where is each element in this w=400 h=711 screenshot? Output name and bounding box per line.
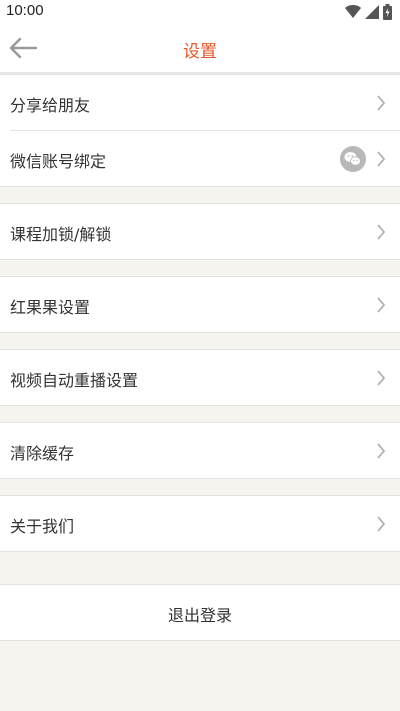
system-icons	[345, 3, 392, 21]
redfruit-settings-label: 红果果设置	[10, 298, 91, 317]
about-group: 关于我们	[0, 495, 400, 552]
wechat-bind-item[interactable]: 微信账号绑定	[10, 130, 400, 186]
wechat-bind-label: 微信账号绑定	[10, 152, 107, 171]
video-replay-group: 视频自动重播设置	[0, 349, 400, 406]
wifi-icon	[345, 5, 361, 18]
status-bar: 10:00	[0, 0, 400, 24]
redfruit-settings-item[interactable]: 红果果设置	[0, 277, 400, 332]
signal-icon	[365, 5, 379, 19]
clear-cache-item[interactable]: 清除缓存	[0, 423, 400, 478]
chevron-right-icon	[377, 95, 386, 111]
logout-label: 退出登录	[167, 606, 232, 625]
course-lock-label: 课程加锁/解锁	[10, 225, 112, 244]
page-title: 设置	[183, 42, 217, 62]
app-header: 设置	[0, 24, 400, 74]
about-us-label: 关于我们	[10, 517, 75, 536]
status-time: 10:00	[6, 2, 44, 19]
chevron-right-icon	[377, 443, 386, 459]
video-replay-settings-label: 视频自动重播设置	[10, 371, 139, 390]
share-to-friends-item[interactable]: 分享给朋友	[0, 75, 400, 130]
clear-cache-group: 清除缓存	[0, 422, 400, 479]
chevron-right-icon	[377, 516, 386, 532]
chevron-right-icon	[377, 224, 386, 240]
chevron-right-icon	[377, 297, 386, 313]
chevron-right-icon	[377, 151, 386, 167]
clear-cache-label: 清除缓存	[10, 444, 75, 463]
about-us-item[interactable]: 关于我们	[0, 496, 400, 551]
video-replay-settings-item[interactable]: 视频自动重播设置	[0, 350, 400, 405]
battery-icon	[383, 4, 392, 20]
wechat-icon	[340, 146, 366, 172]
course-lock-group: 课程加锁/解锁	[0, 203, 400, 260]
account-group: 分享给朋友 微信账号绑定	[0, 74, 400, 187]
share-to-friends-label: 分享给朋友	[10, 96, 91, 115]
course-lock-item[interactable]: 课程加锁/解锁	[0, 204, 400, 259]
redfruit-group: 红果果设置	[0, 276, 400, 333]
chevron-right-icon	[377, 370, 386, 386]
logout-button[interactable]: 退出登录	[0, 584, 400, 641]
